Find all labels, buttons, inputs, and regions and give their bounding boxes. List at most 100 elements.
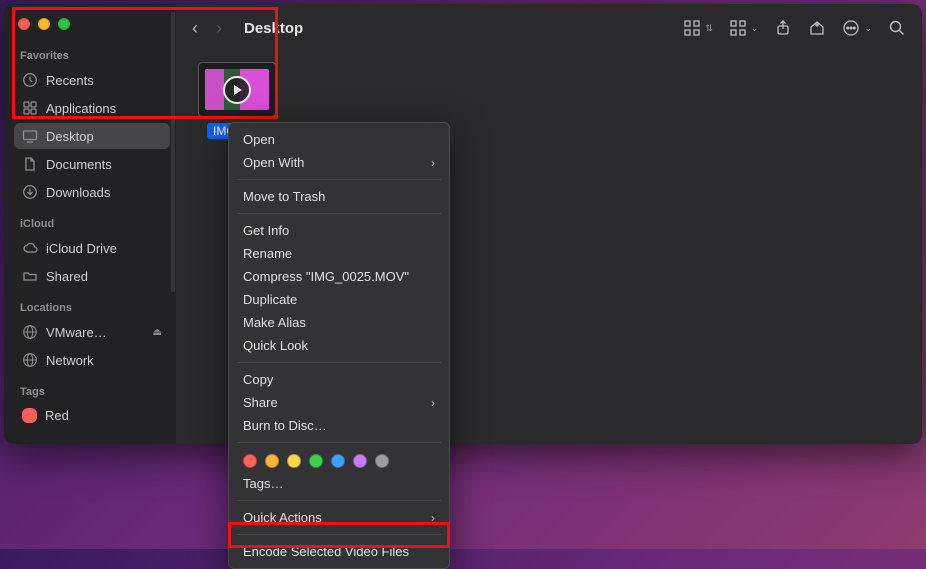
sidebar-item-network[interactable]: Network <box>14 347 170 373</box>
sidebar-item-label: Shared <box>46 269 88 284</box>
menu-copy[interactable]: Copy <box>229 368 449 391</box>
menu-quick-look[interactable]: Quick Look <box>229 334 449 357</box>
sidebar-item-label: Network <box>46 353 94 368</box>
sidebar-item-label: Downloads <box>46 185 110 200</box>
menu-burn-to-disc[interactable]: Burn to Disc… <box>229 414 449 437</box>
tag-color-orange[interactable] <box>265 454 279 468</box>
sidebar-item-label: VMware… <box>46 325 107 340</box>
downloads-icon <box>22 184 38 200</box>
menu-label: Quick Look <box>243 338 308 353</box>
window-controls <box>14 14 176 46</box>
sidebar-section-icloud: iCloud <box>20 218 176 230</box>
menu-label: Quick Actions <box>243 510 322 525</box>
menu-rename[interactable]: Rename <box>229 242 449 265</box>
chevron-down-icon: ⌄ <box>751 23 759 34</box>
view-mode-icon-grid[interactable]: ⇅ <box>683 19 713 37</box>
share-button[interactable] <box>774 19 792 37</box>
close-window-button[interactable] <box>18 18 30 30</box>
sidebar-item-label: Desktop <box>46 129 94 144</box>
globe-icon <box>22 352 38 368</box>
menu-separator <box>237 534 441 535</box>
menu-open[interactable]: Open <box>229 128 449 151</box>
sidebar-item-recents[interactable]: Recents <box>14 67 170 93</box>
sidebar-item-label: Applications <box>46 101 116 116</box>
globe-icon <box>22 324 38 340</box>
tag-color-yellow[interactable] <box>287 454 301 468</box>
menu-get-info[interactable]: Get Info <box>229 219 449 242</box>
tag-color-green[interactable] <box>309 454 323 468</box>
menu-label: Open <box>243 132 275 147</box>
apps-icon <box>22 100 38 116</box>
menu-share[interactable]: Share› <box>229 391 449 414</box>
sidebar-item-documents[interactable]: Documents <box>14 151 170 177</box>
toolbar: ‹ › Desktop ⇅ ⌄ ⌄ <box>176 4 922 52</box>
group-by-button[interactable]: ⌄ <box>729 19 759 37</box>
sidebar-section-tags: Tags <box>20 386 176 398</box>
sidebar-item-downloads[interactable]: Downloads <box>14 179 170 205</box>
sidebar: Favorites Recents Applications Desktop D… <box>4 4 176 444</box>
sidebar-item-applications[interactable]: Applications <box>14 95 170 121</box>
menu-open-with[interactable]: Open With › <box>229 151 449 174</box>
sidebar-item-desktop[interactable]: Desktop <box>14 123 170 149</box>
tags-button[interactable] <box>808 19 826 37</box>
tag-color-gray[interactable] <box>375 454 389 468</box>
menu-label: Copy <box>243 372 273 387</box>
menu-compress[interactable]: Compress "IMG_0025.MOV" <box>229 265 449 288</box>
sidebar-item-icloud-drive[interactable]: iCloud Drive <box>14 235 170 261</box>
video-thumbnail <box>198 62 276 117</box>
window-title: Desktop <box>244 20 303 37</box>
menu-separator <box>237 213 441 214</box>
menu-label: Encode Selected Video Files <box>243 544 409 559</box>
menu-quick-actions[interactable]: Quick Actions › <box>229 506 449 529</box>
back-button[interactable]: ‹ <box>192 19 198 37</box>
context-menu: Open Open With › Move to Trash Get Info R… <box>228 122 450 569</box>
cloud-icon <box>22 240 38 256</box>
play-overlay-icon <box>223 76 251 104</box>
menu-duplicate[interactable]: Duplicate <box>229 288 449 311</box>
menu-move-to-trash[interactable]: Move to Trash <box>229 185 449 208</box>
menu-tag-colors <box>229 448 449 472</box>
menu-label: Open With <box>243 155 304 170</box>
more-actions-button[interactable]: ⌄ <box>842 19 872 37</box>
menu-separator <box>237 442 441 443</box>
menu-label: Move to Trash <box>243 189 325 204</box>
eject-icon[interactable]: ⏏ <box>153 327 162 338</box>
menu-separator <box>237 362 441 363</box>
chevron-right-icon: › <box>431 396 435 410</box>
chevron-right-icon: › <box>431 511 435 525</box>
sidebar-scrollbar[interactable] <box>171 12 175 292</box>
desktop-icon <box>22 128 38 144</box>
tag-color-red[interactable] <box>243 454 257 468</box>
maximize-window-button[interactable] <box>58 18 70 30</box>
documents-icon <box>22 156 38 172</box>
menu-label: Make Alias <box>243 315 306 330</box>
chevron-down-icon: ⌄ <box>864 23 872 34</box>
tag-color-blue[interactable] <box>331 454 345 468</box>
minimize-window-button[interactable] <box>38 18 50 30</box>
sidebar-item-red-tag[interactable]: Red <box>14 403 170 428</box>
menu-label: Compress "IMG_0025.MOV" <box>243 269 409 284</box>
sidebar-item-label: Documents <box>46 157 112 172</box>
shared-folder-icon <box>22 268 38 284</box>
menu-separator <box>237 500 441 501</box>
menu-encode-selected-video-files[interactable]: Encode Selected Video Files <box>229 540 449 563</box>
sidebar-item-shared[interactable]: Shared <box>14 263 170 289</box>
menu-label: Get Info <box>243 223 289 238</box>
menu-label: Tags… <box>243 476 283 491</box>
sidebar-item-vmware[interactable]: VMware… ⏏ <box>14 319 170 345</box>
tag-color-purple[interactable] <box>353 454 367 468</box>
tag-red-icon <box>22 408 37 423</box>
chevron-right-icon: › <box>431 156 435 170</box>
menu-label: Burn to Disc… <box>243 418 327 433</box>
search-button[interactable] <box>888 19 906 37</box>
sidebar-item-label: Recents <box>46 73 94 88</box>
updown-caret-icon: ⇅ <box>705 23 713 34</box>
sidebar-item-label: iCloud Drive <box>46 241 117 256</box>
menu-make-alias[interactable]: Make Alias <box>229 311 449 334</box>
menu-separator <box>237 179 441 180</box>
menu-label: Rename <box>243 246 292 261</box>
forward-button[interactable]: › <box>216 19 222 37</box>
menu-tags[interactable]: Tags… <box>229 472 449 495</box>
menu-label: Duplicate <box>243 292 297 307</box>
sidebar-section-locations: Locations <box>20 302 176 314</box>
